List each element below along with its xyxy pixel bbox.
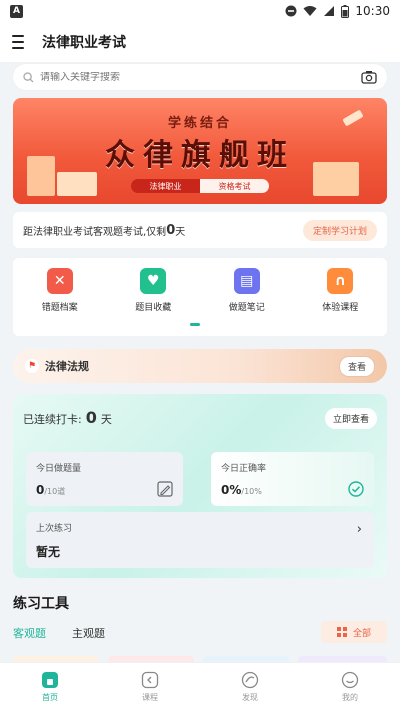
quick-menu: ✕ 错题档案 ♥ 题目收藏 ▤ 做题笔记 ∩ 体验课程	[13, 258, 387, 336]
discover-icon	[241, 671, 259, 688]
course-icon	[141, 671, 159, 688]
signal-icon	[324, 6, 335, 16]
chevron-right-icon: ›	[356, 522, 362, 537]
banner-tag-left: 法律职业	[131, 179, 200, 193]
quick-item-favorites[interactable]: ♥ 题目收藏	[113, 268, 193, 336]
law-regulations-label: 法律法规	[45, 360, 89, 373]
law-flag-icon: ⚑	[25, 359, 39, 373]
checkin-days: 0	[85, 408, 97, 427]
search-input[interactable]	[40, 71, 361, 83]
quick-item-label: 错题档案	[41, 303, 78, 313]
battery-icon	[341, 4, 350, 18]
nav-profile[interactable]: 我的	[320, 671, 380, 703]
promo-banner[interactable]: 学练结合 众律旗舰班 法律职业 资格考试	[13, 98, 387, 204]
checkin-label: 已连续打卡:	[23, 413, 82, 426]
profile-icon	[341, 671, 359, 688]
grid-icon	[336, 627, 347, 637]
tab-objective[interactable]: 客观题	[13, 625, 46, 641]
checkin-panel: 已连续打卡: 0 天 立即查看 今日做题量 0/10道 今日正确率 0%/10%…	[13, 394, 387, 578]
nav-home-label: 首页	[42, 692, 58, 702]
favorite-heart-icon: ♥	[140, 268, 167, 294]
today-accuracy-number: 0%	[221, 483, 242, 497]
last-practice-value: 暂无	[36, 545, 61, 559]
status-bar: A 10:30	[0, 0, 400, 22]
countdown-days: 0	[166, 222, 176, 238]
all-tools-button[interactable]: 全部	[321, 621, 387, 643]
quick-item-error-archive[interactable]: ✕ 错题档案	[20, 268, 100, 336]
today-count-title: 今日做题量	[36, 464, 82, 474]
view-laws-button[interactable]: 查看	[338, 355, 375, 377]
today-count-value: 0/10道	[36, 483, 65, 497]
bottom-nav: 首页 课程 发现 我的	[0, 662, 400, 710]
status-icons: 10:30	[285, 4, 390, 18]
today-accuracy-total: /10%	[241, 487, 262, 496]
law-regulations-bar[interactable]: ⚑ 法律法规 查看	[13, 349, 387, 383]
page-title: 法律职业考试	[42, 35, 126, 51]
custom-plan-button[interactable]: 定制学习计划	[302, 219, 377, 241]
banner-title: 众律旗舰班	[105, 138, 295, 173]
quick-item-label: 做题笔记	[228, 303, 265, 313]
search-bar[interactable]	[13, 64, 387, 90]
book-stack-decoration	[57, 172, 97, 196]
countdown-suffix: 天	[175, 226, 186, 238]
quick-item-label: 题目收藏	[135, 303, 172, 313]
exam-countdown: 距法律职业考试客观题考试,仅剩 0 天 定制学习计划	[13, 212, 387, 248]
headphone-course-icon: ∩	[327, 268, 354, 294]
search-icon	[23, 71, 34, 82]
notes-book-icon: ▤	[233, 268, 260, 294]
check-circle-icon	[348, 481, 364, 497]
app-notification-icon: A	[10, 4, 23, 18]
banner-tag-right: 资格考试	[200, 179, 269, 193]
edit-icon	[157, 481, 173, 497]
practice-tools-title: 练习工具	[13, 596, 69, 612]
all-tools-label: 全部	[352, 628, 371, 639]
countdown-prefix: 距法律职业考试客观题考试,仅剩	[23, 226, 167, 238]
nav-discover[interactable]: 发现	[220, 671, 280, 703]
today-accuracy-value: 0%/10%	[221, 483, 262, 497]
home-icon	[42, 671, 58, 688]
today-accuracy-title: 今日正确率	[221, 464, 267, 474]
checkin-unit: 天	[100, 413, 112, 426]
tools-tabs: 客观题 主观题	[13, 625, 105, 641]
wifi-icon	[303, 6, 317, 16]
status-time: 10:30	[355, 4, 390, 18]
quick-item-label: 体验课程	[322, 303, 359, 313]
banner-tag: 法律职业 资格考试	[131, 179, 269, 193]
nav-courses[interactable]: 课程	[120, 671, 180, 703]
today-count-card[interactable]: 今日做题量 0/10道	[26, 452, 183, 506]
nav-courses-label: 课程	[142, 692, 158, 702]
nav-profile-label: 我的	[342, 692, 358, 702]
error-archive-icon: ✕	[46, 268, 73, 294]
tab-subjective[interactable]: 主观题	[72, 625, 105, 641]
quick-item-notes[interactable]: ▤ 做题笔记	[207, 268, 287, 336]
app-bar: 法律职业考试	[0, 22, 400, 62]
today-count-total: /10道	[44, 487, 66, 496]
view-now-button[interactable]: 立即查看	[324, 408, 377, 429]
last-practice-title: 上次练习	[36, 524, 73, 534]
menu-icon[interactable]	[12, 35, 30, 49]
nav-home[interactable]: 首页	[20, 671, 80, 703]
nav-discover-label: 发现	[242, 692, 258, 702]
camera-icon[interactable]	[361, 70, 377, 84]
today-accuracy-card[interactable]: 今日正确率 0%/10%	[211, 452, 374, 506]
do-not-disturb-icon	[285, 5, 297, 17]
checkin-streak: 已连续打卡: 0 天	[23, 408, 112, 427]
quick-item-trial-course[interactable]: ∩ 体验课程	[300, 268, 380, 336]
banner-subtitle: 学练结合	[167, 116, 232, 131]
page-indicator	[190, 323, 200, 326]
last-practice-card[interactable]: 上次练习 暂无 ›	[26, 512, 374, 568]
